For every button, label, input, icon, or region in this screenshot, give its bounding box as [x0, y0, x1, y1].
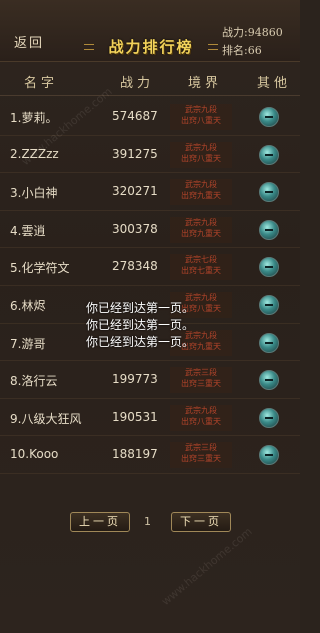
toast-line: 你已经到达第一页。 [86, 318, 195, 332]
jade-orb-icon[interactable] [259, 182, 279, 203]
table-row[interactable]: 4.雲逍 300378 武宗九段 出窍九重天 [0, 211, 300, 249]
player-realm: 武宗七段 出窍七重天 [170, 254, 232, 281]
realm-line2: 出窍八重天 [181, 116, 221, 125]
player-power: 574687 [112, 109, 158, 123]
player-power: 188197 [112, 447, 158, 462]
jade-orb-icon[interactable] [259, 445, 279, 466]
player-power: 199773 [112, 372, 158, 387]
next-page-button[interactable]: 下一页 [171, 512, 231, 532]
player-power: 278348 [112, 259, 158, 274]
player-realm: 武宗九段 出窍九重天 [170, 216, 232, 243]
title-right-ornament [208, 44, 218, 50]
realm-line1: 武宗三段 [185, 368, 217, 378]
player-realm: 武宗九段 出窍八重天 [170, 404, 232, 431]
jade-orb-icon[interactable] [259, 257, 279, 278]
title-left-ornament [84, 44, 94, 50]
realm-line2: 出窍八重天 [181, 416, 221, 426]
player-realm: 武宗九段 出窍九重天 [170, 179, 232, 206]
player-realm: 武宗三段 出窍三重天 [170, 442, 232, 469]
player-power: 300378 [112, 221, 158, 236]
toast-line: 你已经到达第一页。 [86, 301, 195, 315]
toast-line: 你已经到达第一页。 [86, 335, 195, 349]
ranking-screen: 返回 战力排行榜 战力:94860 排名:66 名字 战力 境界 其他 1.萝莉… [0, 0, 300, 633]
prev-page-button[interactable]: 上一页 [70, 512, 130, 532]
realm-line1: 武宗七段 [185, 255, 217, 265]
player-name: 8.洛行云 [10, 374, 58, 389]
header-power: 战力 [120, 76, 155, 91]
jade-orb-icon[interactable] [259, 332, 279, 353]
player-name: 9.八级大狂风 [10, 411, 82, 426]
my-power: 战力:94860 [222, 26, 283, 39]
table-row[interactable]: 9.八级大狂风 190531 武宗九段 出窍八重天 [0, 399, 300, 437]
toast-message: 你已经到达第一页。 你已经到达第一页。 你已经到达第一页。 [86, 300, 226, 351]
page-title: 战力排行榜 [108, 38, 194, 56]
realm-line2: 出窍三重天 [181, 379, 221, 389]
realm-line1: 武宗九段 [185, 105, 217, 114]
table-row[interactable]: 1.萝莉。 574687 武宗九段 出窍八重天 [0, 98, 300, 136]
player-name: 7.游哥 [10, 336, 46, 351]
table-row[interactable]: 5.化学符文 278348 武宗七段 出窍七重天 [0, 248, 300, 286]
player-power: 320271 [112, 184, 158, 199]
jade-orb-icon[interactable] [259, 144, 279, 165]
watermark: www.hackhome.com [159, 524, 255, 609]
player-name: 6.林烬 [10, 298, 46, 313]
my-rank: 排名:66 [222, 44, 262, 57]
realm-line2: 出窍三重天 [181, 454, 221, 464]
table-row[interactable]: 8.洛行云 199773 武宗三段 出窍三重天 [0, 361, 300, 399]
player-power: 391275 [112, 146, 158, 161]
player-name: 1.萝莉。 [10, 111, 58, 125]
player-name: 5.化学符文 [10, 261, 70, 276]
realm-line1: 武宗九段 [185, 217, 217, 227]
pagination: 上一页 1 下一页 [0, 512, 300, 534]
player-name: 3.小白神 [10, 186, 58, 201]
table-row[interactable]: 10.Kooo 188197 武宗三段 出窍三重天 [0, 436, 300, 474]
ranking-list: 1.萝莉。 574687 武宗九段 出窍八重天 2.ZZZzz 391275 武… [0, 98, 300, 474]
jade-orb-icon[interactable] [259, 219, 279, 240]
player-realm: 武宗九段 出窍八重天 [170, 104, 232, 130]
table-row[interactable]: 3.小白神 320271 武宗九段 出窍九重天 [0, 173, 300, 211]
page-number: 1 [144, 515, 151, 528]
jade-orb-icon[interactable] [259, 107, 279, 127]
player-power: 190531 [112, 409, 158, 424]
player-name: 4.雲逍 [10, 223, 46, 238]
realm-line2: 出窍九重天 [181, 191, 221, 201]
realm-line2: 出窍八重天 [181, 153, 221, 163]
top-bar: 返回 战力排行榜 战力:94860 排名:66 [0, 0, 300, 62]
header-other: 其他 [257, 76, 292, 91]
jade-orb-icon[interactable] [259, 370, 279, 391]
jade-orb-icon[interactable] [259, 294, 279, 315]
realm-line1: 武宗三段 [185, 443, 217, 453]
realm-line2: 出窍九重天 [181, 228, 221, 238]
player-realm: 武宗三段 出窍三重天 [170, 367, 232, 394]
realm-line1: 武宗九段 [185, 142, 217, 152]
realm-line1: 武宗九段 [185, 180, 217, 190]
jade-orb-icon[interactable] [259, 407, 279, 428]
table-header: 名字 战力 境界 其他 [0, 66, 300, 96]
realm-line1: 武宗九段 [185, 405, 217, 415]
player-realm: 武宗九段 出窍八重天 [170, 141, 232, 168]
back-button[interactable]: 返回 [14, 32, 50, 52]
header-realm: 境界 [188, 76, 223, 91]
realm-line2: 出窍七重天 [181, 266, 221, 276]
header-name: 名字 [24, 76, 59, 91]
player-name: 10.Kooo [10, 447, 59, 462]
